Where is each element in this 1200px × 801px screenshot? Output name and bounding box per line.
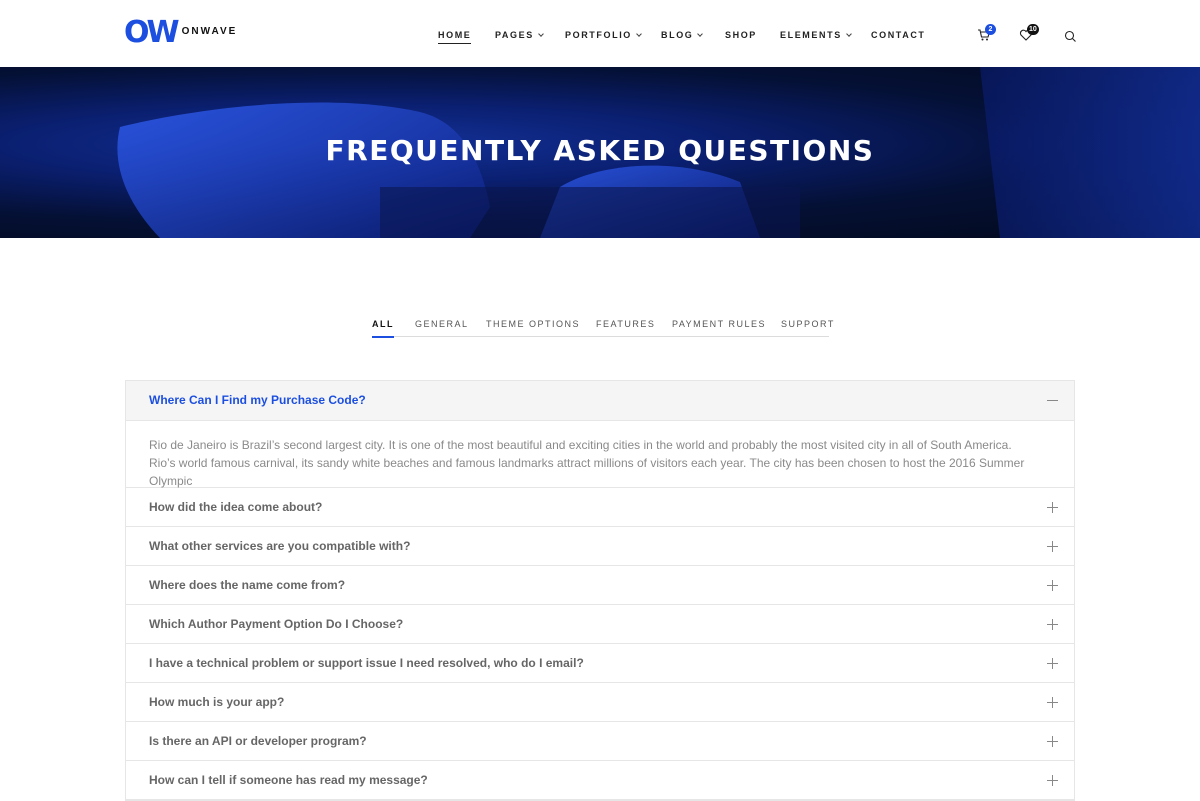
site-header: OW ONWAVE HOME PAGES PORTFOLIO BLOG SHOP… (0, 0, 1200, 67)
faq-item[interactable]: Which Author Payment Option Do I Choose? (126, 605, 1074, 644)
plus-icon[interactable] (1047, 580, 1058, 591)
nav-label: PORTFOLIO (565, 30, 632, 40)
logo[interactable]: OW ONWAVE (124, 15, 238, 50)
wishlist-button[interactable]: 10 (1019, 24, 1039, 42)
wishlist-count-badge: 10 (1027, 24, 1039, 35)
nav-label: BLOG (661, 30, 694, 40)
tab-support[interactable]: SUPPORT (781, 319, 835, 337)
nav-item-shop[interactable]: SHOP (725, 30, 757, 40)
faq-question: How much is your app? (149, 695, 285, 709)
search-icon (1064, 30, 1076, 42)
nav-label: ELEMENTS (780, 30, 842, 40)
hero-banner: FREQUENTLY ASKED QUESTIONS (0, 67, 1200, 238)
nav-item-home[interactable]: HOME (438, 30, 472, 44)
tab-all[interactable]: ALL (372, 319, 394, 338)
chevron-down-icon (845, 30, 852, 37)
tab-payment-rules[interactable]: PAYMENT RULES (672, 319, 766, 337)
plus-icon[interactable] (1047, 736, 1058, 747)
faq-item-open[interactable]: Where Can I Find my Purchase Code? (126, 381, 1074, 421)
cart-button[interactable]: 2 (977, 24, 996, 42)
faq-item[interactable]: Where does the name come from? (126, 566, 1074, 605)
nav-label: PAGES (495, 30, 534, 40)
faq-filter-tabs: ALL GENERAL THEME OPTIONS FEATURES PAYME… (372, 319, 833, 338)
nav-item-elements[interactable]: ELEMENTS (780, 30, 852, 40)
tab-features[interactable]: FEATURES (596, 319, 655, 337)
plus-icon[interactable] (1047, 697, 1058, 708)
faq-question: Where Can I Find my Purchase Code? (149, 393, 366, 407)
nav-item-pages[interactable]: PAGES (495, 30, 544, 40)
nav-label: SHOP (725, 30, 757, 40)
plus-icon[interactable] (1047, 658, 1058, 669)
plus-icon[interactable] (1047, 775, 1058, 786)
faq-question: What other services are you compatible w… (149, 539, 411, 553)
faq-item[interactable]: I have a technical problem or support is… (126, 644, 1074, 683)
tab-theme-options[interactable]: THEME OPTIONS (486, 319, 580, 337)
logo-text: ONWAVE (181, 25, 238, 37)
faq-answer-text: Rio de Janeiro is Brazil’s second larges… (149, 438, 1025, 488)
faq-item[interactable]: Is there an API or developer program? (126, 722, 1074, 761)
page-title: FREQUENTLY ASKED QUESTIONS (325, 134, 875, 167)
nav-label: HOME (438, 30, 472, 40)
nav-item-blog[interactable]: BLOG (661, 30, 704, 40)
faq-answer: Rio de Janeiro is Brazil’s second larges… (126, 421, 1074, 488)
plus-icon[interactable] (1047, 502, 1058, 513)
faq-question: Which Author Payment Option Do I Choose? (149, 617, 404, 631)
faq-item[interactable]: How did the idea come about? (126, 488, 1074, 527)
faq-item[interactable]: How can I tell if someone has read my me… (126, 761, 1074, 800)
plus-icon[interactable] (1047, 619, 1058, 630)
minus-icon[interactable] (1047, 395, 1058, 406)
logo-mark: OW (124, 15, 180, 50)
faq-question: I have a technical problem or support is… (149, 656, 584, 670)
cart-count-badge: 2 (985, 24, 996, 35)
plus-icon[interactable] (1047, 541, 1058, 552)
chevron-down-icon (697, 30, 704, 37)
faq-accordion: Where Can I Find my Purchase Code? Rio d… (125, 380, 1075, 801)
faq-question: How can I tell if someone has read my me… (149, 773, 428, 787)
nav-item-portfolio[interactable]: PORTFOLIO (565, 30, 642, 40)
faq-question: Where does the name come from? (149, 578, 346, 592)
faq-question: Is there an API or developer program? (149, 734, 367, 748)
faq-item[interactable]: How much is your app? (126, 683, 1074, 722)
chevron-down-icon (538, 30, 544, 37)
chevron-down-icon (636, 30, 642, 37)
tab-general[interactable]: GENERAL (415, 319, 469, 337)
search-button[interactable] (1064, 30, 1080, 44)
faq-question: How did the idea come about? (149, 500, 323, 514)
nav-label: CONTACT (871, 30, 926, 40)
faq-item[interactable]: What other services are you compatible w… (126, 527, 1074, 566)
nav-item-contact[interactable]: CONTACT (871, 30, 926, 40)
